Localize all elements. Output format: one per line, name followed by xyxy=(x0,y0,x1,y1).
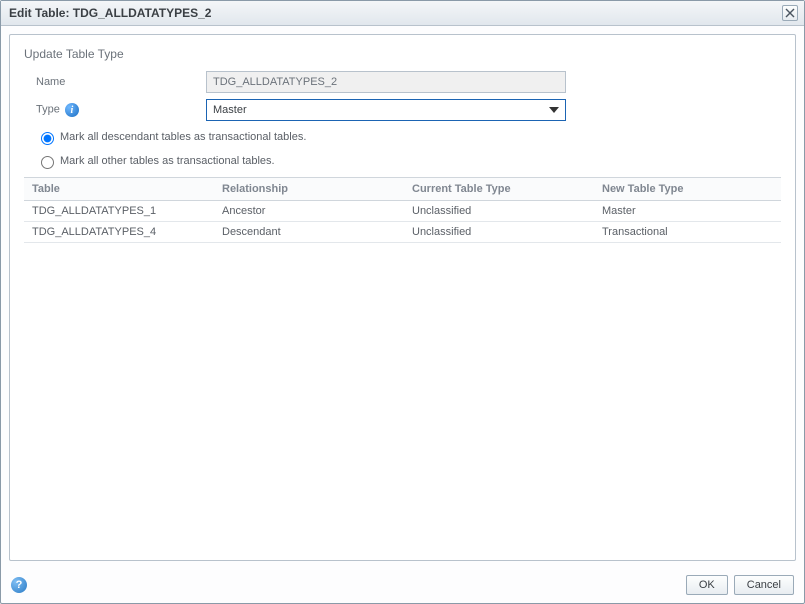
cell-table: TDG_ALLDATATYPES_1 xyxy=(24,201,214,221)
radio-descendant-transactional[interactable]: Mark all descendant tables as transactio… xyxy=(36,129,781,145)
chevron-down-icon xyxy=(549,104,559,116)
name-field[interactable] xyxy=(206,71,566,93)
radio-option-2[interactable] xyxy=(41,156,54,169)
name-label: Name xyxy=(36,76,206,88)
edit-table-dialog: Edit Table: TDG_ALLDATATYPES_2 Update Ta… xyxy=(0,0,805,604)
tables-grid: Table Relationship Current Table Type Ne… xyxy=(24,177,781,243)
ok-button[interactable]: OK xyxy=(686,575,728,595)
type-label: Type i xyxy=(36,103,206,117)
radio-all-other-transactional[interactable]: Mark all other tables as transactional t… xyxy=(36,153,781,169)
radio-option-1[interactable] xyxy=(41,132,54,145)
close-button[interactable] xyxy=(782,5,798,21)
name-row: Name xyxy=(36,71,781,93)
type-label-text: Type xyxy=(36,104,60,116)
dialog-title: Edit Table: TDG_ALLDATATYPES_2 xyxy=(9,6,211,20)
type-row: Type i Master xyxy=(36,99,781,121)
col-header-relationship: Relationship xyxy=(214,178,404,200)
info-icon[interactable]: i xyxy=(65,103,79,117)
cell-relationship: Descendant xyxy=(214,222,404,242)
cell-current: Unclassified xyxy=(404,201,594,221)
cell-relationship: Ancestor xyxy=(214,201,404,221)
radio-option-2-label: Mark all other tables as transactional t… xyxy=(60,155,275,167)
col-header-table: Table xyxy=(24,178,214,200)
cancel-button[interactable]: Cancel xyxy=(734,575,794,595)
cell-new: Master xyxy=(594,201,781,221)
type-select-value: Master xyxy=(213,104,247,116)
col-header-current: Current Table Type xyxy=(404,178,594,200)
dialog-titlebar: Edit Table: TDG_ALLDATATYPES_2 xyxy=(1,1,804,26)
type-select[interactable]: Master xyxy=(206,99,566,121)
dialog-footer: ? OK Cancel xyxy=(1,569,804,603)
radio-option-1-label: Mark all descendant tables as transactio… xyxy=(60,131,306,143)
grid-header-row: Table Relationship Current Table Type Ne… xyxy=(24,177,781,201)
cell-new: Transactional xyxy=(594,222,781,242)
table-row[interactable]: TDG_ALLDATATYPES_4 Descendant Unclassifi… xyxy=(24,222,781,243)
col-header-new: New Table Type xyxy=(594,178,781,200)
footer-buttons: OK Cancel xyxy=(686,575,794,595)
dialog-content: Update Table Type Name Type i Master Mar… xyxy=(9,34,796,561)
close-icon xyxy=(785,8,795,18)
cell-current: Unclassified xyxy=(404,222,594,242)
help-icon[interactable]: ? xyxy=(11,577,27,593)
cell-table: TDG_ALLDATATYPES_4 xyxy=(24,222,214,242)
section-title: Update Table Type xyxy=(24,47,781,61)
table-row[interactable]: TDG_ALLDATATYPES_1 Ancestor Unclassified… xyxy=(24,201,781,222)
